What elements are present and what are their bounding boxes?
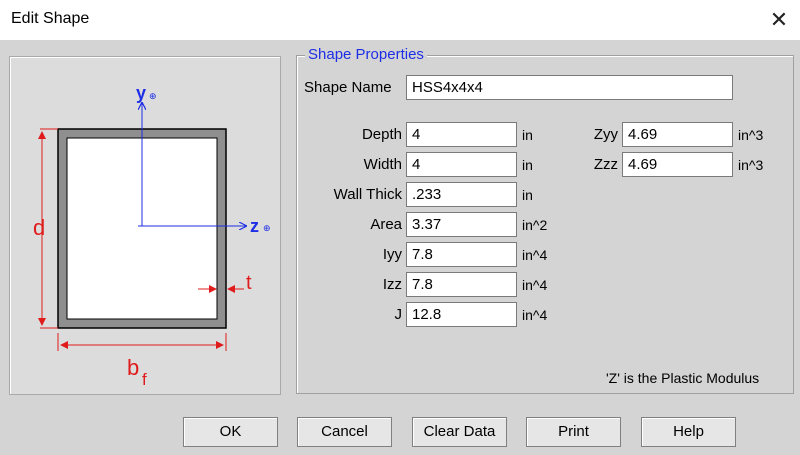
zzz-label: Zzz — [593, 156, 618, 173]
wall-thick-unit: in — [522, 187, 533, 203]
edit-shape-dialog: Edit Shape ✕ y ⊕ z ⊕ d b f t Shape Prope… — [0, 0, 800, 455]
width-symbol: b — [127, 355, 139, 380]
ok-button[interactable]: OK — [183, 417, 278, 447]
y-axis-rotation-icon: ⊕ — [149, 92, 157, 102]
area-unit: in^2 — [522, 217, 548, 233]
zyy-label: Zyy — [593, 126, 618, 143]
cancel-button[interactable]: Cancel — [297, 417, 392, 447]
dialog-body: y ⊕ z ⊕ d b f t Shape Properties Shape N… — [0, 40, 800, 455]
y-axis-label: y — [136, 83, 146, 103]
iyy-unit: in^4 — [522, 247, 548, 263]
izz-unit: in^4 — [522, 277, 548, 293]
clear-data-button[interactable]: Clear Data — [412, 417, 507, 447]
j-input[interactable] — [406, 302, 517, 327]
izz-input[interactable] — [406, 272, 517, 297]
shape-name-label: Shape Name — [304, 79, 392, 96]
zyy-unit: in^3 — [738, 127, 764, 143]
j-label: J — [394, 306, 403, 323]
width-subscript: f — [142, 370, 147, 389]
depth-input[interactable] — [406, 122, 517, 147]
wall-thick-label: Wall Thick — [333, 186, 402, 203]
shape-properties-legend: Shape Properties — [305, 46, 427, 63]
area-label: Area — [370, 216, 402, 233]
shape-diagram: y ⊕ z ⊕ d b f t — [9, 56, 281, 395]
depth-label: Depth — [361, 126, 402, 143]
width-label: Width — [363, 156, 402, 173]
zzz-input[interactable] — [622, 152, 733, 177]
title-bar: Edit Shape ✕ — [0, 0, 800, 40]
thickness-symbol: t — [246, 272, 252, 294]
z-axis-rotation-icon: ⊕ — [263, 224, 271, 234]
print-button[interactable]: Print — [526, 417, 621, 447]
zzz-unit: in^3 — [738, 157, 764, 173]
area-input[interactable] — [406, 212, 517, 237]
j-unit: in^4 — [522, 307, 548, 323]
depth-symbol: d — [33, 215, 45, 240]
iyy-input[interactable] — [406, 242, 517, 267]
hss-section-drawing: y ⊕ z ⊕ d b f t — [33, 83, 271, 389]
izz-label: Izz — [382, 276, 402, 293]
help-button[interactable]: Help — [641, 417, 736, 447]
zyy-input[interactable] — [622, 122, 733, 147]
close-icon[interactable]: ✕ — [762, 4, 796, 36]
wall-thick-input[interactable] — [406, 182, 517, 207]
window-title: Edit Shape — [11, 10, 90, 27]
shape-name-input[interactable] — [406, 75, 733, 100]
depth-unit: in — [522, 127, 533, 143]
plastic-modulus-note: 'Z' is the Plastic Modulus — [606, 370, 760, 386]
iyy-label: Iyy — [382, 246, 402, 263]
width-input[interactable] — [406, 152, 517, 177]
z-axis-label: z — [250, 216, 259, 236]
width-unit: in — [522, 157, 533, 173]
